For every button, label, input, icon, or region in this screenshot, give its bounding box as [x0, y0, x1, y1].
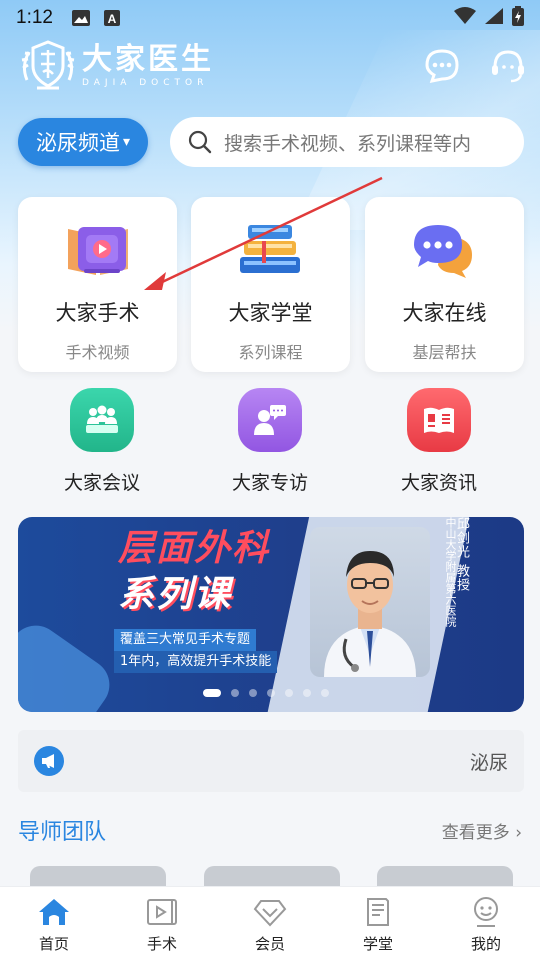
card-subtitle: 系列课程: [238, 343, 303, 362]
caret-down-icon: ▾: [122, 134, 131, 150]
carousel-dot[interactable]: [285, 689, 293, 697]
grid-item-label: 大家资讯: [400, 472, 477, 494]
carousel-dot[interactable]: [203, 689, 221, 697]
diamond-icon: [252, 895, 288, 929]
tab-label: 会员: [254, 935, 285, 953]
carousel-indicator: [203, 689, 329, 697]
card-title: 大家学堂: [228, 301, 313, 325]
card-dajia-online[interactable]: 大家在线 基层帮扶: [365, 197, 524, 372]
logo-emblem-icon: [18, 38, 78, 94]
carousel-dot[interactable]: [249, 689, 257, 697]
tab-label: 学堂: [362, 935, 393, 953]
card-dajia-school[interactable]: 大家学堂 系列课程: [191, 197, 350, 372]
svg-text:A: A: [108, 12, 117, 26]
notice-text: 泌尿: [469, 751, 508, 774]
video-book-icon: [62, 219, 134, 281]
tab-label: 我的: [470, 935, 501, 953]
logo-subtitle: DAJIA DOCTOR: [82, 78, 209, 88]
carousel-dot[interactable]: [303, 689, 311, 697]
home-icon: [36, 895, 72, 929]
wifi-icon: [454, 7, 476, 29]
grid-item-meeting[interactable]: 大家会议: [27, 388, 177, 495]
notice-bar[interactable]: 泌尿: [18, 730, 524, 792]
font-a-icon: A: [103, 9, 121, 27]
customer-service-button[interactable]: [488, 46, 528, 86]
chat-bubbles-icon: [409, 219, 481, 281]
channel-selector-button[interactable]: 泌尿频道 ▾: [18, 118, 148, 166]
banner-tag: 1年内，高效提升手术技能: [114, 651, 278, 673]
card-title: 大家在线: [402, 301, 487, 325]
battery-icon: [512, 6, 524, 30]
profile-icon: [468, 895, 504, 929]
interview-icon: [238, 388, 302, 452]
bottom-tab-bar: 首页 手术 会员 学堂 我的: [0, 886, 540, 960]
signal-icon: [484, 7, 504, 29]
video-icon: [144, 895, 180, 929]
books-icon: [235, 219, 307, 281]
search-input[interactable]: 搜索手术视频、系列课程等内: [170, 117, 524, 167]
banner-tag: 覆盖三大常见手术专题: [114, 629, 257, 651]
meeting-icon: [70, 388, 134, 452]
carousel-dot[interactable]: [267, 689, 275, 697]
view-more-link[interactable]: 查看更多 ›: [442, 818, 522, 843]
tab-label: 手术: [146, 935, 177, 953]
message-icon: [425, 49, 459, 83]
card-dajia-surgery[interactable]: 大家手术 手术视频: [18, 197, 177, 372]
banner-hospital: 中山大学附属第六医院: [444, 517, 457, 627]
gallery-icon: [71, 9, 91, 27]
tab-label: 首页: [38, 935, 69, 953]
logo-title: 大家医生: [82, 42, 214, 77]
status-bar: 1:12 A: [0, 0, 540, 36]
message-button[interactable]: [422, 46, 462, 86]
card-title: 大家手术: [55, 301, 140, 325]
card-subtitle: 手术视频: [65, 343, 130, 362]
app-header: 大家医生 DAJIA DOCTOR: [18, 36, 528, 96]
headset-icon: [492, 50, 524, 83]
section-title-mentors: 导师团队: [18, 820, 107, 845]
banner-title-line2: 系列课: [118, 574, 233, 615]
grid-item-label: 大家专访: [231, 472, 308, 494]
status-time: 1:12: [16, 7, 53, 28]
grid-item-interview[interactable]: 大家专访: [195, 388, 345, 495]
tab-membership[interactable]: 会员: [216, 887, 324, 960]
tab-profile[interactable]: 我的: [432, 887, 540, 960]
carousel-dot[interactable]: [321, 689, 329, 697]
carousel-dot[interactable]: [231, 689, 239, 697]
megaphone-icon: [34, 746, 64, 776]
tab-surgery[interactable]: 手术: [108, 887, 216, 960]
grid-item-label: 大家会议: [63, 472, 140, 494]
card-subtitle: 基层帮扶: [412, 343, 477, 362]
tab-home[interactable]: 首页: [0, 887, 108, 960]
search-placeholder: 搜索手术视频、系列课程等内: [224, 132, 472, 155]
banner-title-line1: 层面外科: [118, 528, 271, 569]
book-icon: [360, 895, 396, 929]
news-icon: [407, 388, 471, 452]
tab-school[interactable]: 学堂: [324, 887, 432, 960]
grid-item-news[interactable]: 大家资讯: [364, 388, 514, 495]
doctor-photo: [310, 527, 430, 677]
channel-label: 泌尿频道: [35, 131, 120, 155]
promo-banner[interactable]: 层面外科 系列课 覆盖三大常见手术专题 1年内，高效提升手术技能 邱剑光 教授 …: [18, 517, 524, 712]
search-icon: [188, 130, 212, 154]
